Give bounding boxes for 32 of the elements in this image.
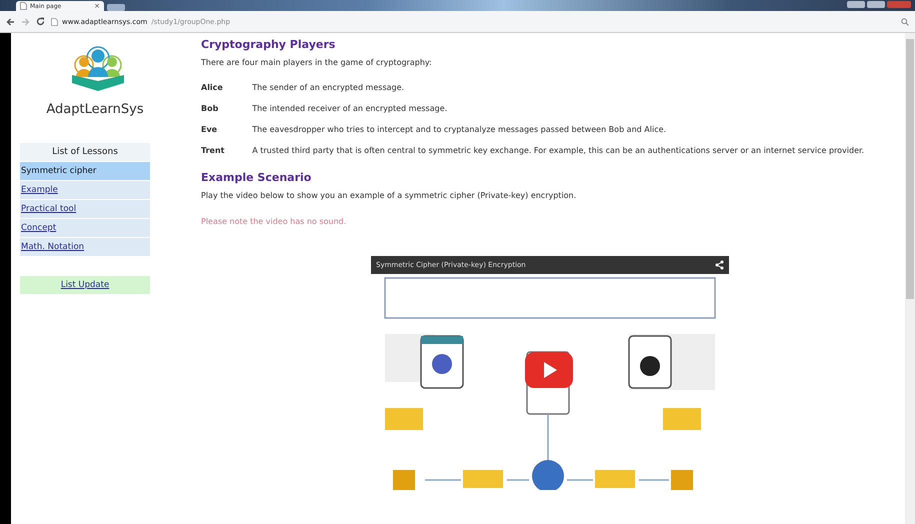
share-icon[interactable] [715,260,724,270]
scrollbar-thumb[interactable] [906,39,914,299]
lesson-link[interactable]: Practical tool [20,200,150,218]
player-name: Trent [201,140,252,161]
lesson-link[interactable]: Example [20,181,150,199]
zoom-icon[interactable] [901,18,909,26]
note-text: Please note the video has no sound. [201,217,348,226]
intro-text: There are four main players in the game of cryptography: [201,58,433,67]
new-tab-button[interactable] [107,4,125,11]
player-name: Eve [201,119,252,140]
play-button[interactable] [525,352,573,388]
player-description: The sender of an encrypted message. [252,82,406,94]
player-name: Bob [201,98,252,119]
maximize-button[interactable] [867,1,885,8]
lesson-link[interactable]: Symmetric cipher [20,162,150,180]
player-description: A trusted third party that is often central to symmetric key exchange. For example, this can be an authentications server or an internet service provider. [252,145,866,157]
section-heading: Cryptography Players [201,38,336,51]
player-description: The eavesdropper who tries to intercept and to cryptanalyze messages passed between Bob and Alice. [252,124,668,136]
lesson-link[interactable]: Math. Notation [20,238,150,256]
reload-icon[interactable] [36,17,45,26]
list-update-button[interactable]: List Update [20,276,150,294]
player-name: Alice [201,77,252,98]
lessons-heading: List of Lessons [20,143,150,161]
minimize-button[interactable] [847,1,865,8]
player-description: The intended receiver of an encrypted message. [252,103,448,115]
forward-icon[interactable] [21,18,30,26]
section-text: Play the video below to show you an example of a symmetric cipher (Private-key) encryption. [201,191,578,200]
lesson-link[interactable]: Concept [20,219,150,237]
section-heading: Example Scenario [201,171,312,184]
brand-name: AdaptLearnSys [46,102,144,117]
back-icon[interactable] [6,18,15,26]
page-icon [51,18,58,26]
